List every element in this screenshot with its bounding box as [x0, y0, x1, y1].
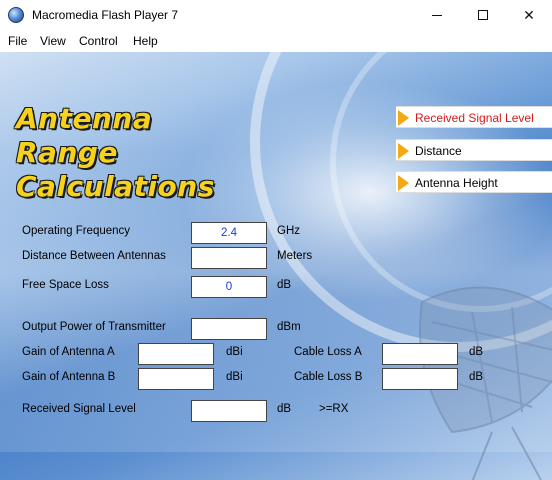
close-button[interactable]: ✕: [506, 0, 552, 30]
gain-a-unit: dBi: [226, 346, 243, 358]
output-power-field[interactable]: [191, 318, 267, 340]
cable-loss-a-field[interactable]: [382, 343, 458, 365]
menu-file[interactable]: File: [8, 34, 27, 48]
gain-b-label: Gain of Antenna B: [22, 371, 116, 383]
distance-field[interactable]: [191, 247, 267, 269]
nav-label: Distance: [415, 144, 462, 158]
gain-b-unit: dBi: [226, 371, 243, 383]
received-signal-label: Received Signal Level: [22, 403, 136, 415]
distance-unit: Meters: [277, 250, 313, 262]
operating-frequency-label: Operating Frequency: [22, 225, 131, 237]
cable-loss-a-unit: dB: [469, 346, 484, 358]
maximize-icon: [478, 10, 488, 20]
gain-a-field[interactable]: [138, 343, 214, 365]
operating-frequency-unit: GHz: [277, 225, 300, 237]
menu-control[interactable]: Control: [79, 34, 118, 48]
free-space-loss-label: Free Space Loss: [22, 279, 109, 291]
nav-label: Received Signal Level: [415, 111, 534, 125]
output-power-label: Output Power of Transmitter: [22, 321, 166, 333]
distance-label: Distance Between Antennas: [22, 250, 166, 262]
nav-antenna-height[interactable]: Antenna Height: [396, 171, 552, 193]
flash-player-icon: [8, 7, 24, 23]
menu-help[interactable]: Help: [133, 34, 158, 48]
menu-view[interactable]: View: [40, 34, 66, 48]
cable-loss-b-unit: dB: [469, 371, 484, 383]
close-icon: ✕: [523, 6, 535, 23]
received-signal-field: [191, 400, 267, 422]
received-signal-unit: dB: [277, 403, 292, 415]
nav-distance[interactable]: Distance: [396, 139, 552, 161]
free-space-loss-field: 0: [191, 276, 267, 298]
title-line-1: Antenna: [16, 102, 153, 135]
output-power-unit: dBm: [277, 321, 301, 333]
cable-loss-b-label: Cable Loss B: [294, 371, 363, 383]
operating-frequency-field[interactable]: 2.4: [191, 222, 267, 244]
arrow-right-icon: [398, 175, 409, 191]
title-bar: Macromedia Flash Player 7 ✕: [0, 0, 552, 30]
menu-bar: File View Control Help: [0, 30, 552, 52]
title-line-3: Calculations: [16, 170, 215, 203]
free-space-loss-unit: dB: [277, 279, 292, 291]
arrow-right-icon: [398, 143, 409, 159]
minimize-button[interactable]: [414, 0, 460, 30]
arrow-right-icon: [398, 110, 409, 126]
cable-loss-b-field[interactable]: [382, 368, 458, 390]
title-line-2: Range: [16, 136, 118, 169]
gain-b-field[interactable]: [138, 368, 214, 390]
window-title: Macromedia Flash Player 7: [32, 8, 179, 22]
nav-received-signal-level[interactable]: Received Signal Level: [396, 106, 552, 128]
gain-a-label: Gain of Antenna A: [22, 346, 115, 358]
cable-loss-a-label: Cable Loss A: [294, 346, 362, 358]
minimize-icon: [432, 14, 442, 16]
received-signal-threshold-note: >=RX: [319, 403, 349, 415]
nav-label: Antenna Height: [415, 176, 498, 190]
flash-content: Antenna Range Calculations Received Sign…: [0, 52, 552, 480]
maximize-button[interactable]: [460, 0, 506, 30]
